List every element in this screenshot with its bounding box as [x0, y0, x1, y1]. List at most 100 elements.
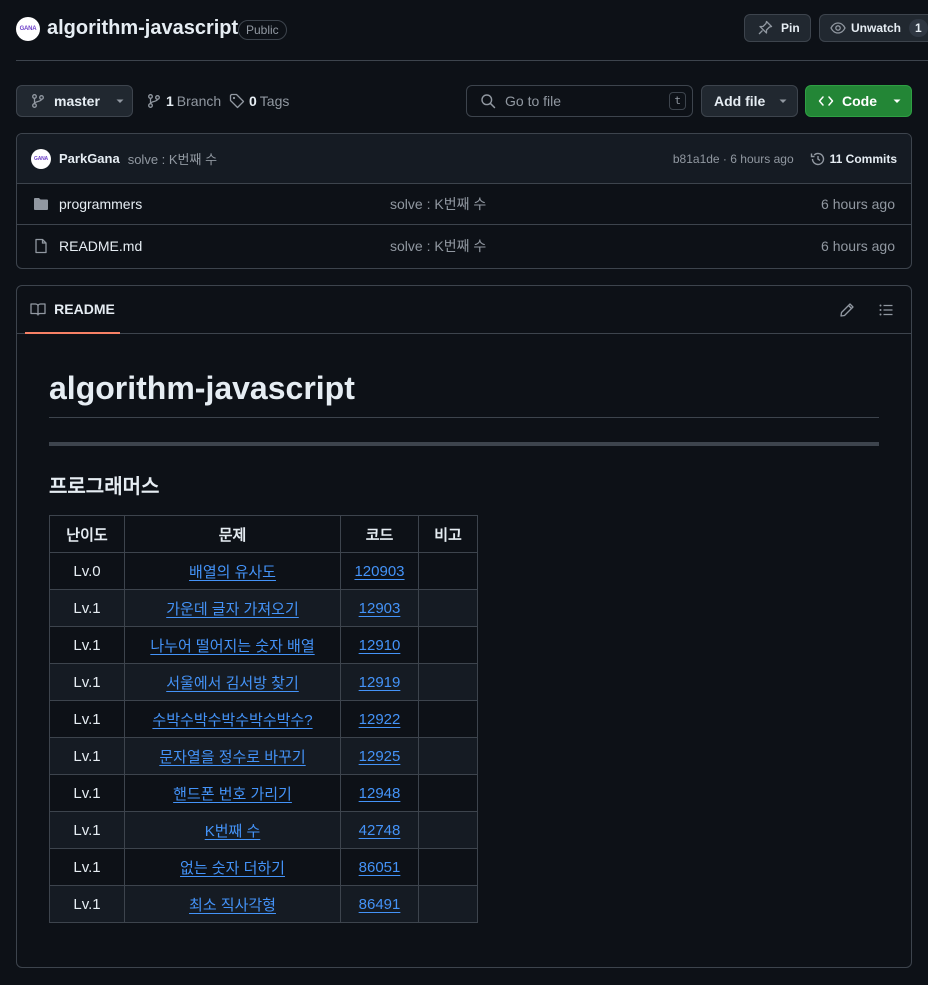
code-button[interactable]: Code [805, 85, 912, 117]
file-row[interactable]: README.md solve : K번째 수 6 hours ago [17, 225, 911, 266]
code-link[interactable]: 42748 [359, 822, 401, 839]
tab-readme[interactable]: README [25, 286, 120, 334]
problems-table: 난이도 문제 코드 비고 Lv.0 배열의 유사도 120903 Lv.1 가운데 글자… [49, 515, 478, 923]
caret-down-icon [778, 96, 788, 106]
table-row: Lv.1 나누어 떨어지는 숫자 배열 12910 [49, 626, 478, 664]
file-commit-time: 6 hours ago [821, 237, 895, 254]
git-branch-icon [146, 93, 162, 109]
tag-count: 0 [249, 93, 257, 109]
level-cell: Lv.1 [49, 589, 125, 627]
table-row: Lv.1 문자열을 정수로 바꾸기 12925 [49, 737, 478, 775]
pencil-icon[interactable] [839, 302, 855, 318]
problem-link[interactable]: 없는 숫자 더하기 [180, 860, 285, 877]
problem-cell: 서울에서 김서방 찾기 [124, 663, 341, 701]
branches-link[interactable]: 1 Branch [146, 92, 221, 110]
commit-hash-time[interactable]: b81a1de · 6 hours ago [673, 152, 794, 166]
table-row: Lv.1 수박수박수박수박수박수? 12922 [49, 700, 478, 738]
note-cell [418, 848, 478, 886]
repo-owner-avatar[interactable]: GANA [16, 17, 40, 41]
code-link[interactable]: 12922 [359, 711, 401, 728]
search-shortcut-key: t [669, 92, 686, 110]
code-link[interactable]: 12948 [359, 785, 401, 802]
problem-link[interactable]: 핸드폰 번호 가리기 [173, 786, 292, 803]
readme-body: algorithm-javascript 프로그래머스 난이도 문제 코드 비고… [49, 370, 879, 923]
column-header: 난이도 [49, 515, 125, 553]
git-branch-icon [30, 93, 46, 109]
add-file-label: Add file [714, 93, 766, 109]
code-link[interactable]: 86051 [359, 859, 401, 876]
repo-name[interactable]: algorithm-javascript [47, 17, 238, 40]
problem-cell: K번째 수 [124, 811, 341, 849]
problem-link[interactable]: 가운데 글자 가져오기 [166, 601, 299, 618]
go-to-file-input[interactable]: Go to file t [466, 85, 693, 117]
file-row[interactable]: programmers solve : K번째 수 6 hours ago [17, 184, 911, 225]
unwatch-label: Unwatch [851, 21, 902, 35]
column-header: 문제 [124, 515, 341, 553]
search-icon [480, 93, 496, 109]
tag-label: Tags [259, 93, 290, 109]
file-name[interactable]: programmers [59, 196, 390, 212]
file-commit-message[interactable]: solve : K번째 수 [390, 236, 486, 256]
code-cell: 86051 [340, 848, 419, 886]
note-cell [418, 626, 478, 664]
add-file-button[interactable]: Add file [701, 85, 798, 117]
note-cell [418, 589, 478, 627]
problem-cell: 핸드폰 번호 가리기 [124, 774, 341, 812]
pin-button[interactable]: Pin [744, 14, 811, 42]
level-cell: Lv.1 [49, 737, 125, 775]
branch-name: master [54, 93, 100, 109]
commits-link[interactable]: 11 Commits [830, 152, 897, 166]
book-icon [30, 301, 46, 317]
visibility-badge: Public [238, 20, 287, 40]
problem-link[interactable]: 배열의 유사도 [189, 564, 276, 581]
commit-message[interactable]: solve : K번째 수 [128, 149, 217, 168]
file-name[interactable]: README.md [59, 238, 390, 254]
code-icon [818, 93, 834, 109]
code-link[interactable]: 12925 [359, 748, 401, 765]
unwatch-button[interactable]: Unwatch 1 [819, 14, 928, 42]
code-link[interactable]: 12903 [359, 600, 401, 617]
level-cell: Lv.1 [49, 700, 125, 738]
file-commit-time: 6 hours ago [821, 196, 895, 212]
caret-down-icon [115, 96, 125, 106]
problem-link[interactable]: 수박수박수박수박수박수? [152, 712, 312, 729]
problem-cell: 없는 숫자 더하기 [124, 848, 341, 886]
note-cell [418, 552, 478, 590]
code-cell: 12925 [340, 737, 419, 775]
section-heading: 프로그래머스 [49, 476, 160, 498]
caret-down-icon [892, 96, 902, 106]
problem-link[interactable]: 최소 직사각형 [189, 897, 276, 914]
branch-select-button[interactable]: master [16, 85, 133, 117]
problem-link[interactable]: 서울에서 김서방 찾기 [166, 675, 299, 692]
code-cell: 86491 [340, 885, 419, 923]
code-link[interactable]: 86491 [359, 896, 401, 913]
code-link[interactable]: 12910 [359, 637, 401, 654]
header-divider [16, 60, 928, 61]
code-link[interactable]: 12919 [359, 674, 401, 691]
table-row: Lv.1 가운데 글자 가져오기 12903 [49, 589, 478, 627]
commit-author-avatar[interactable]: GANA [31, 148, 51, 169]
commit-author[interactable]: ParkGana [59, 151, 120, 166]
note-cell [418, 774, 478, 812]
readme-tab-bar: README [17, 286, 911, 334]
table-row: Lv.1 핸드폰 번호 가리기 12948 [49, 774, 478, 812]
watch-count: 1 [909, 19, 928, 37]
code-cell: 120903 [340, 552, 419, 590]
level-cell: Lv.1 [49, 885, 125, 923]
outline-list-icon[interactable] [878, 302, 894, 318]
file-commit-message[interactable]: solve : K번째 수 [390, 194, 486, 214]
file-icon [33, 238, 49, 254]
problem-link[interactable]: 문자열을 정수로 바꾸기 [159, 749, 305, 766]
code-link[interactable]: 120903 [354, 563, 404, 580]
problem-cell: 배열의 유사도 [124, 552, 341, 590]
readme-title: algorithm-javascript [49, 370, 879, 418]
tags-link[interactable]: 0 Tags [229, 92, 289, 110]
branch-label: Branch [176, 93, 222, 109]
problem-cell: 가운데 글자 가져오기 [124, 589, 341, 627]
problem-link[interactable]: K번째 수 [205, 823, 261, 840]
latest-commit-bar: GANA ParkGana solve : K번째 수 b81a1de · 6 … [17, 134, 911, 184]
problem-link[interactable]: 나누어 떨어지는 숫자 배열 [150, 638, 314, 655]
level-cell: Lv.1 [49, 626, 125, 664]
code-label: Code [842, 93, 877, 109]
level-cell: Lv.1 [49, 811, 125, 849]
